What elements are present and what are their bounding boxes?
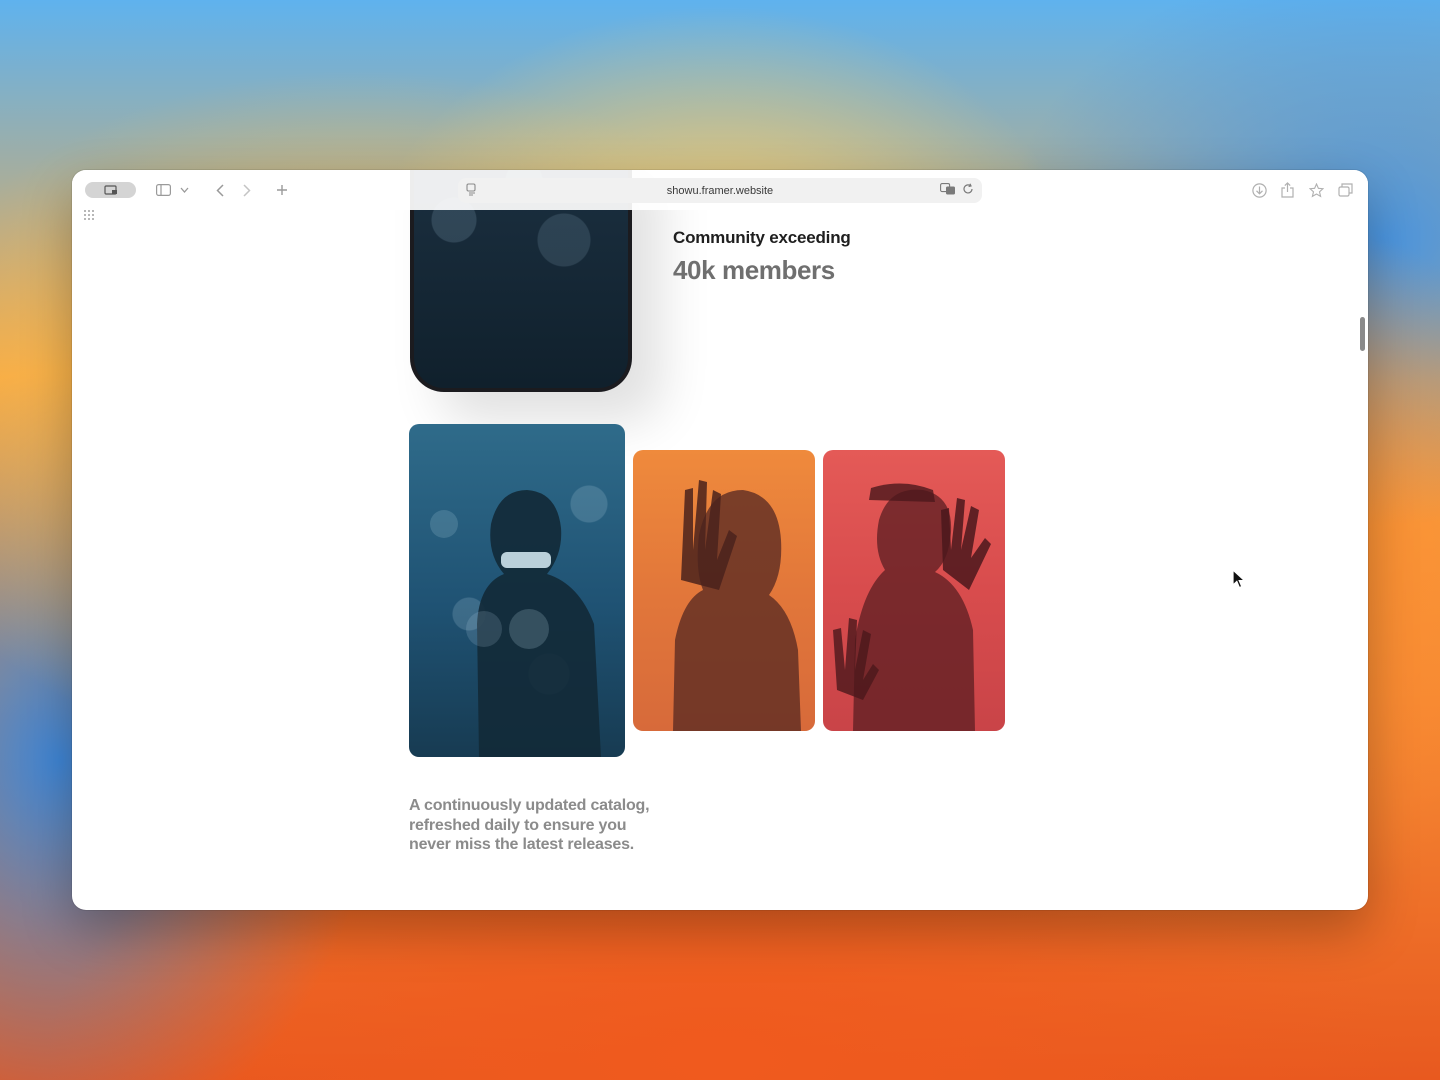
new-tab-icon [277, 185, 287, 195]
photo-red-person [823, 450, 1005, 731]
chevron-down-icon [180, 187, 188, 193]
scrollbar-thumb[interactable] [1360, 317, 1365, 351]
catalog-description: A continuously updated catalog, refreshe… [409, 797, 650, 853]
tab-overview-icon [103, 185, 117, 195]
share-icon [1280, 182, 1294, 198]
share-button[interactable] [1278, 181, 1296, 199]
sidebar-icon [155, 184, 171, 196]
tabs-icon [1337, 183, 1353, 197]
back-button[interactable] [213, 181, 227, 199]
tab-overview-button[interactable] [85, 182, 136, 198]
forward-button[interactable] [240, 181, 254, 199]
browser-window: showu.framer.website Community exceeding… [72, 170, 1368, 910]
new-tab-button[interactable] [274, 181, 290, 199]
page-menu-icon[interactable] [466, 183, 477, 201]
community-label: Community exceeding [673, 228, 851, 247]
sidebar-button[interactable] [154, 181, 172, 199]
downloads-button[interactable] [1250, 181, 1268, 199]
back-icon [216, 183, 224, 197]
address-bar[interactable]: showu.framer.website [458, 178, 982, 203]
download-icon [1251, 182, 1267, 198]
reload-icon[interactable] [962, 183, 974, 195]
forward-icon [243, 183, 251, 197]
sidebar-menu-button[interactable] [178, 181, 190, 199]
community-value: 40k members [673, 255, 835, 285]
mouse-cursor-icon [1232, 569, 1246, 589]
url-text[interactable]: showu.framer.website [667, 185, 773, 197]
photo-blue-person [409, 424, 625, 757]
browser-toolbar: showu.framer.website [72, 170, 1368, 210]
bookmark-button[interactable] [1307, 181, 1325, 199]
grid-icon[interactable] [84, 210, 94, 220]
photo-orange-person [633, 450, 815, 731]
bookmark-icon [1308, 182, 1324, 198]
translate-icon[interactable] [940, 183, 956, 195]
tabs-button[interactable] [1336, 181, 1354, 199]
